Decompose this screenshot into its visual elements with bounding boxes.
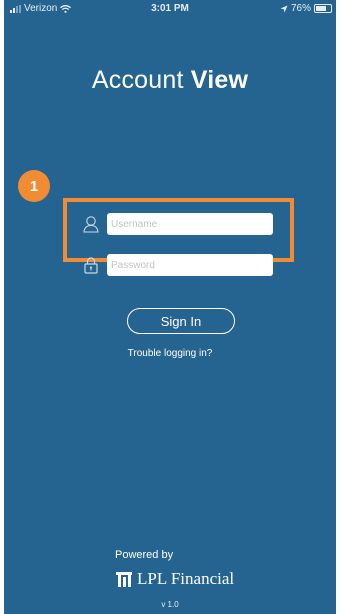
login-screen: Verizon 3:01 PM 76% Account View 1 Usern… [4, 0, 336, 614]
lock-icon [81, 255, 101, 275]
password-row [81, 254, 277, 276]
brand-name: LPL Financial [137, 569, 235, 588]
battery-percent: 76% [290, 3, 311, 14]
sign-in-button[interactable]: Sign In [127, 308, 235, 334]
app-title-light: Account [91, 66, 191, 94]
username-input[interactable] [107, 213, 273, 235]
lpl-financial-logo: LPL Financial [116, 569, 234, 589]
step-badge: 1 [18, 170, 50, 202]
powered-by-label: Powered by [115, 549, 174, 561]
user-icon [81, 214, 101, 234]
username-row [81, 213, 277, 235]
trouble-logging-in-link[interactable]: Trouble logging in? [4, 348, 336, 359]
location-arrow-icon [280, 5, 288, 12]
lpl-logo-icon [116, 571, 132, 587]
password-input[interactable] [107, 254, 273, 276]
status-bar: Verizon 3:01 PM 76% [4, 0, 336, 18]
version-label: v 1.0 [161, 600, 179, 609]
app-title-bold: View [190, 66, 249, 94]
app-title: Account View [4, 66, 336, 95]
status-right: 76% [280, 3, 332, 14]
battery-icon [314, 4, 332, 13]
